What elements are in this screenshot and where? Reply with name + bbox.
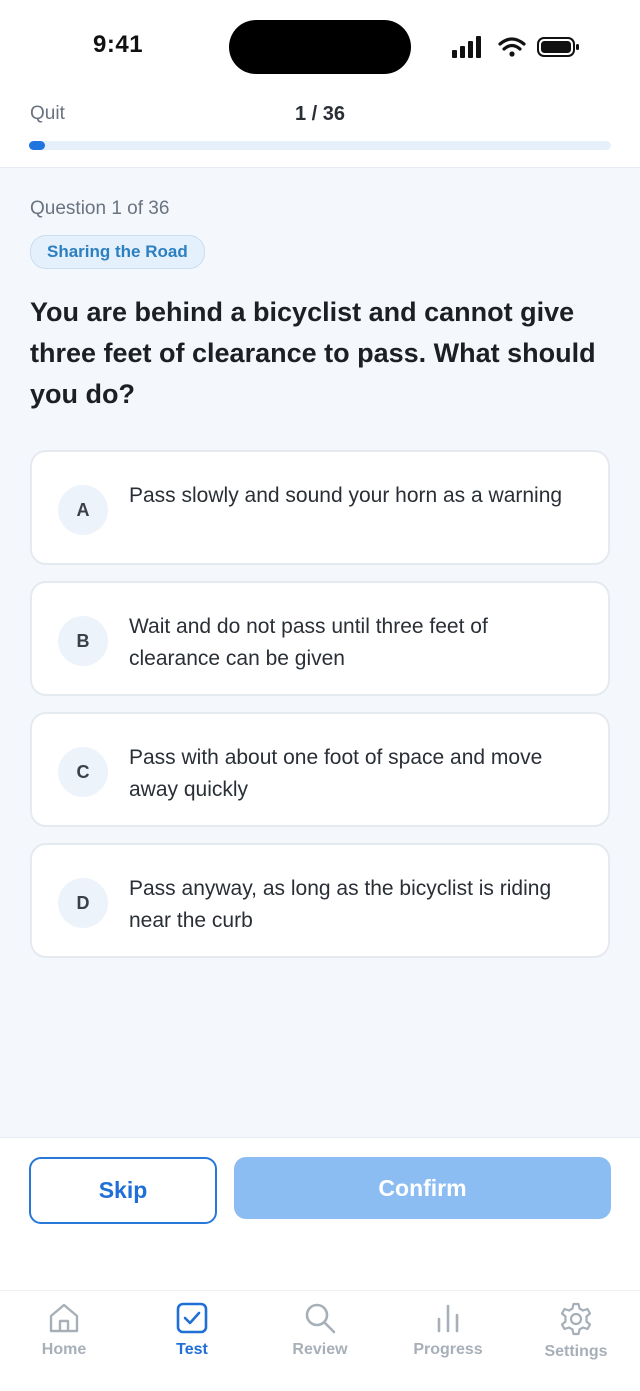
tab-bar: Home Test Review Progress Settings xyxy=(0,1290,640,1391)
action-bar: Skip Confirm xyxy=(0,1137,640,1290)
confirm-button[interactable]: Confirm xyxy=(234,1157,611,1219)
search-icon xyxy=(305,1303,336,1334)
answer-options: A Pass slowly and sound your horn as a w… xyxy=(30,450,610,974)
option-d[interactable]: D Pass anyway, as long as the bicyclist … xyxy=(30,843,610,958)
skip-button[interactable]: Skip xyxy=(29,1157,217,1224)
question-counter: 1 / 36 xyxy=(294,103,346,125)
option-letter: D xyxy=(58,878,108,928)
bar-chart-icon xyxy=(437,1304,459,1333)
status-icons xyxy=(452,36,579,58)
tab-review[interactable]: Review xyxy=(270,1301,370,1359)
tab-settings[interactable]: Settings xyxy=(526,1301,626,1361)
tab-label: Progress xyxy=(413,1341,483,1358)
wifi-icon xyxy=(498,37,526,57)
home-icon xyxy=(49,1303,79,1333)
status-time: 9:41 xyxy=(93,31,144,58)
tab-home[interactable]: Home xyxy=(14,1301,114,1359)
cellular-signal-icon xyxy=(452,36,481,58)
option-text: Pass with about one foot of space and mo… xyxy=(129,746,543,801)
option-a[interactable]: A Pass slowly and sound your horn as a w… xyxy=(30,450,610,565)
question-text: You are behind a bicyclist and cannot gi… xyxy=(30,297,596,409)
tab-test[interactable]: Test xyxy=(142,1301,242,1359)
tab-progress[interactable]: Progress xyxy=(398,1301,498,1359)
option-text: Wait and do not pass until three feet of… xyxy=(129,615,488,670)
option-letter: B xyxy=(58,616,108,666)
checkbox-icon xyxy=(176,1302,208,1334)
option-c[interactable]: C Pass with about one foot of space and … xyxy=(30,712,610,827)
option-b[interactable]: B Wait and do not pass until three feet … xyxy=(30,581,610,696)
question-meta: Question 1 of 36 xyxy=(30,198,170,219)
progress-fill xyxy=(29,141,46,150)
option-letter: A xyxy=(58,485,108,535)
category-tag: Sharing the Road xyxy=(30,235,205,269)
tab-label: Home xyxy=(41,1341,87,1358)
gear-icon xyxy=(560,1302,592,1336)
battery-icon xyxy=(537,37,579,57)
top-header: 9:41 Quit 1 / 36 xyxy=(0,0,640,168)
tab-label: Test xyxy=(176,1341,208,1358)
option-text: Pass slowly and sound your horn as a war… xyxy=(129,484,563,507)
option-letter: C xyxy=(58,747,108,797)
tab-label: Settings xyxy=(544,1343,608,1360)
progress-bar xyxy=(29,141,611,150)
dynamic-island xyxy=(229,20,411,74)
tab-label: Review xyxy=(292,1341,348,1358)
option-text: Pass anyway, as long as the bicyclist is… xyxy=(129,877,552,932)
